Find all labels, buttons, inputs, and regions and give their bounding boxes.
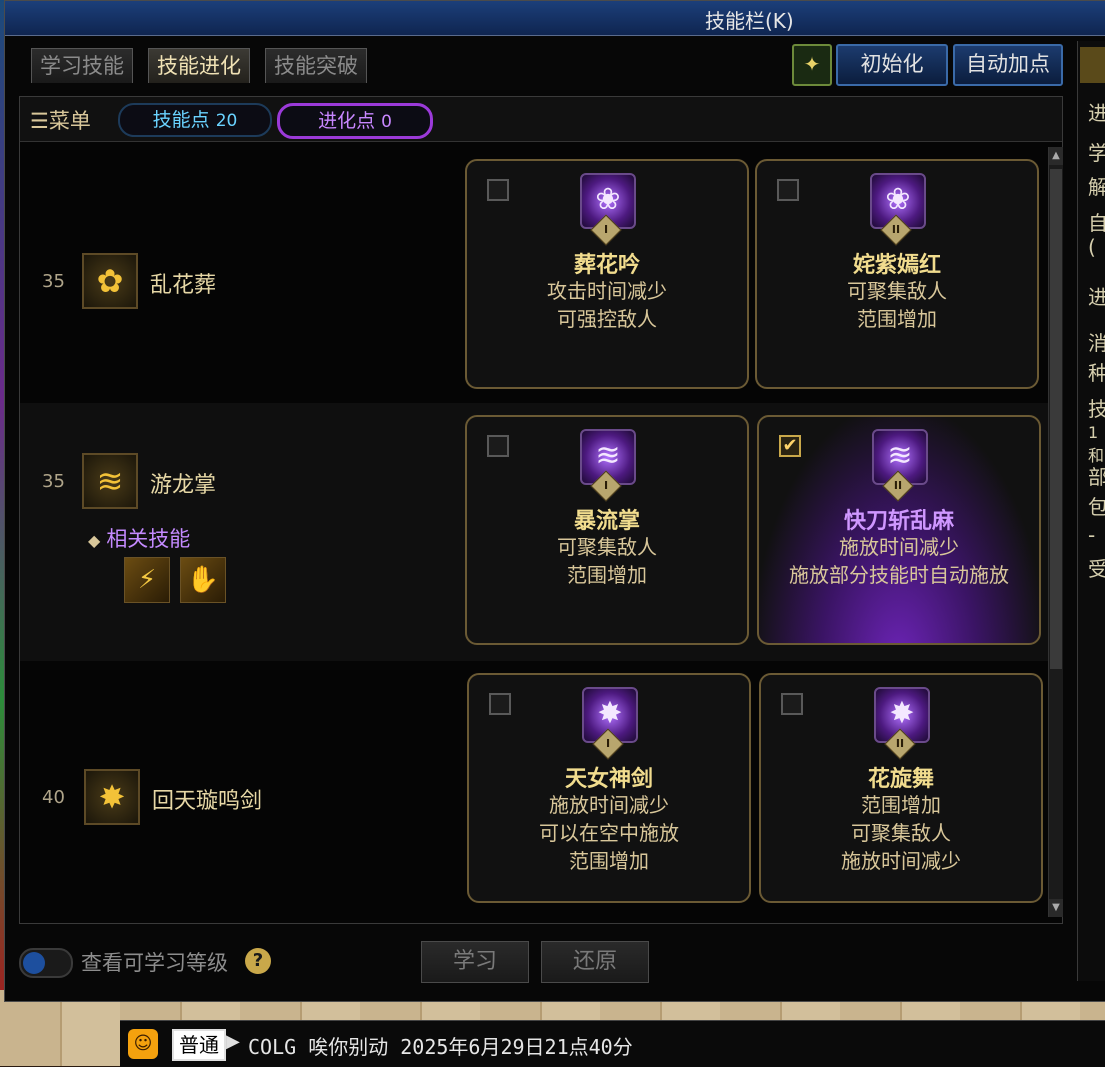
skill-preset-icon[interactable]: ✦: [792, 44, 832, 86]
related-skill-palm-icon[interactable]: ✋: [180, 557, 226, 603]
evolution-desc: 可以在空中施放: [539, 821, 679, 845]
side-text: 包: [1088, 495, 1105, 519]
evolution-checkbox[interactable]: [487, 179, 509, 201]
side-text: 自: [1088, 211, 1105, 235]
scroll-up-icon[interactable]: ▲: [1049, 147, 1063, 165]
reset-button[interactable]: 初始化: [836, 44, 948, 86]
scroll-down-icon[interactable]: ▼: [1049, 899, 1063, 917]
side-text: 解: [1088, 175, 1105, 199]
skill-level: 35: [42, 471, 65, 492]
skill-row: 35 ✿ 乱花葬 ❀ I 葬花吟 攻击时间减少 可强控敌人 ❀ II 姹紫嫣红 …: [20, 147, 1062, 403]
evolution-desc: 可聚集敌人: [557, 535, 657, 559]
restore-button[interactable]: 还原: [541, 941, 649, 983]
side-text: 技: [1088, 397, 1105, 421]
side-info-panel: 进 学 解 自 ( 进 消 种 技 1和 部 包 - 受: [1077, 41, 1105, 981]
evolution-desc: 可聚集敌人: [847, 279, 947, 303]
tab-skill-breakthrough[interactable]: 技能突破: [265, 48, 367, 83]
skill-row: 35 ≋ 游龙掌 ◆ 相关技能 ⚡ ✋ ≋ I 暴流掌 可聚集敌人 范围增加 ✔ …: [20, 403, 1062, 661]
skill-row: 40 ✸ 回天璇鸣剑 ✸ I 天女神剑 施放时间减少 可以在空中施放 范围增加 …: [20, 661, 1062, 923]
evolution-desc: 可聚集敌人: [851, 821, 951, 845]
side-text: 进: [1088, 285, 1105, 309]
evolution-card-selected[interactable]: ✔ ≋ II 快刀斩乱麻 施放时间减少 施放部分技能时自动施放: [757, 415, 1041, 645]
menu-bar: ☰菜单 技能点 20 进化点 0: [20, 97, 1062, 142]
chat-mode-arrow-icon[interactable]: ▶: [226, 1031, 240, 1052]
window-title: 技能栏(K): [705, 9, 794, 33]
evolution-desc: 范围增加: [861, 793, 941, 817]
skill-level: 40: [42, 787, 65, 808]
related-skill-slash-icon[interactable]: ⚡: [124, 557, 170, 603]
evolution-desc: 范围增加: [567, 563, 647, 587]
side-text: 种: [1088, 361, 1105, 385]
skill-level: 35: [42, 271, 65, 292]
tab-skill-evolution[interactable]: 技能进化: [148, 48, 250, 83]
evolution-desc: 施放时间减少: [839, 535, 959, 559]
show-learnable-level-toggle[interactable]: [19, 948, 73, 978]
toggle-knob: [23, 952, 45, 974]
flower-icon[interactable]: ✿: [82, 253, 138, 309]
evolution-card[interactable]: ❀ II 姹紫嫣红 可聚集敌人 范围增加: [755, 159, 1039, 389]
side-text: 消: [1088, 331, 1105, 355]
evolution-checkbox[interactable]: [777, 179, 799, 201]
evolution-checkbox[interactable]: [781, 693, 803, 715]
evolution-panel: ☰菜单 技能点 20 进化点 0 35 ✿ 乱花葬 ❀ I 葬花吟 攻击时间减少 可…: [19, 96, 1063, 924]
skill-name: 游龙掌: [150, 473, 217, 498]
evolution-desc: 可强控敌人: [557, 307, 657, 331]
tier-two-diamond-icon: ◆: [88, 531, 101, 550]
side-text: 部: [1088, 465, 1105, 489]
side-text: 受: [1088, 557, 1105, 581]
evolution-points-badge: 进化点 0: [277, 103, 433, 139]
evolution-card[interactable]: ✸ II 花旋舞 范围增加 可聚集敌人 施放时间减少: [759, 673, 1043, 903]
evolution-desc: 攻击时间减少: [547, 279, 667, 303]
related-skills-label: ◆ 相关技能: [88, 527, 191, 551]
chat-message: COLG 唉你别动 2025年6月29日21点40分: [248, 1035, 633, 1059]
auto-assign-button[interactable]: 自动加点: [953, 44, 1063, 86]
menu-button[interactable]: ☰菜单: [30, 105, 91, 135]
skill-name: 乱花葬: [150, 273, 217, 298]
evolution-card[interactable]: ✸ I 天女神剑 施放时间减少 可以在空中施放 范围增加: [467, 673, 751, 903]
toggle-label: 查看可学习等级: [81, 951, 228, 975]
evolution-checkbox-checked[interactable]: ✔: [779, 435, 801, 457]
scrollbar[interactable]: ▲ ▼: [1048, 147, 1063, 917]
evolution-desc: 施放时间减少: [549, 793, 669, 817]
scroll-thumb[interactable]: [1050, 169, 1062, 669]
side-text: 学: [1088, 141, 1105, 165]
evolution-desc: 范围增加: [857, 307, 937, 331]
side-text: -: [1088, 523, 1096, 547]
dragon-palm-icon[interactable]: ≋: [82, 453, 138, 509]
side-text: (: [1088, 235, 1096, 259]
side-text: 1和: [1088, 423, 1105, 465]
chat-mode-button[interactable]: 普通: [172, 1029, 226, 1061]
evolution-card[interactable]: ❀ I 葬花吟 攻击时间减少 可强控敌人: [465, 159, 749, 389]
skill-name: 回天璇鸣剑: [152, 789, 263, 814]
evolution-desc: 施放时间减少: [841, 849, 961, 873]
skill-window: 技能栏(K) 学习技能 技能进化 技能突破 ✦ 初始化 自动加点 ☰菜单 技能点…: [4, 0, 1105, 1002]
title-bar[interactable]: 技能栏(K): [5, 1, 1105, 36]
tab-learn-skill[interactable]: 学习技能: [31, 48, 133, 83]
sword-burst-icon[interactable]: ✸: [84, 769, 140, 825]
emoji-face-icon[interactable]: ☺: [128, 1029, 158, 1059]
evolution-desc: 范围增加: [569, 849, 649, 873]
skill-points-badge: 技能点 20: [118, 103, 272, 137]
side-panel-header: [1080, 47, 1105, 83]
menu-icon: ☰: [30, 109, 49, 133]
chat-bar: ☺ 普通 ▶ COLG 唉你别动 2025年6月29日21点40分: [120, 1020, 1105, 1067]
help-icon[interactable]: ?: [245, 948, 271, 974]
learn-button[interactable]: 学习: [421, 941, 529, 983]
evolution-checkbox[interactable]: [489, 693, 511, 715]
evolution-checkbox[interactable]: [487, 435, 509, 457]
evolution-desc: 施放部分技能时自动施放: [789, 563, 1009, 587]
evolution-card[interactable]: ≋ I 暴流掌 可聚集敌人 范围增加: [465, 415, 749, 645]
side-text: 进: [1088, 101, 1105, 125]
